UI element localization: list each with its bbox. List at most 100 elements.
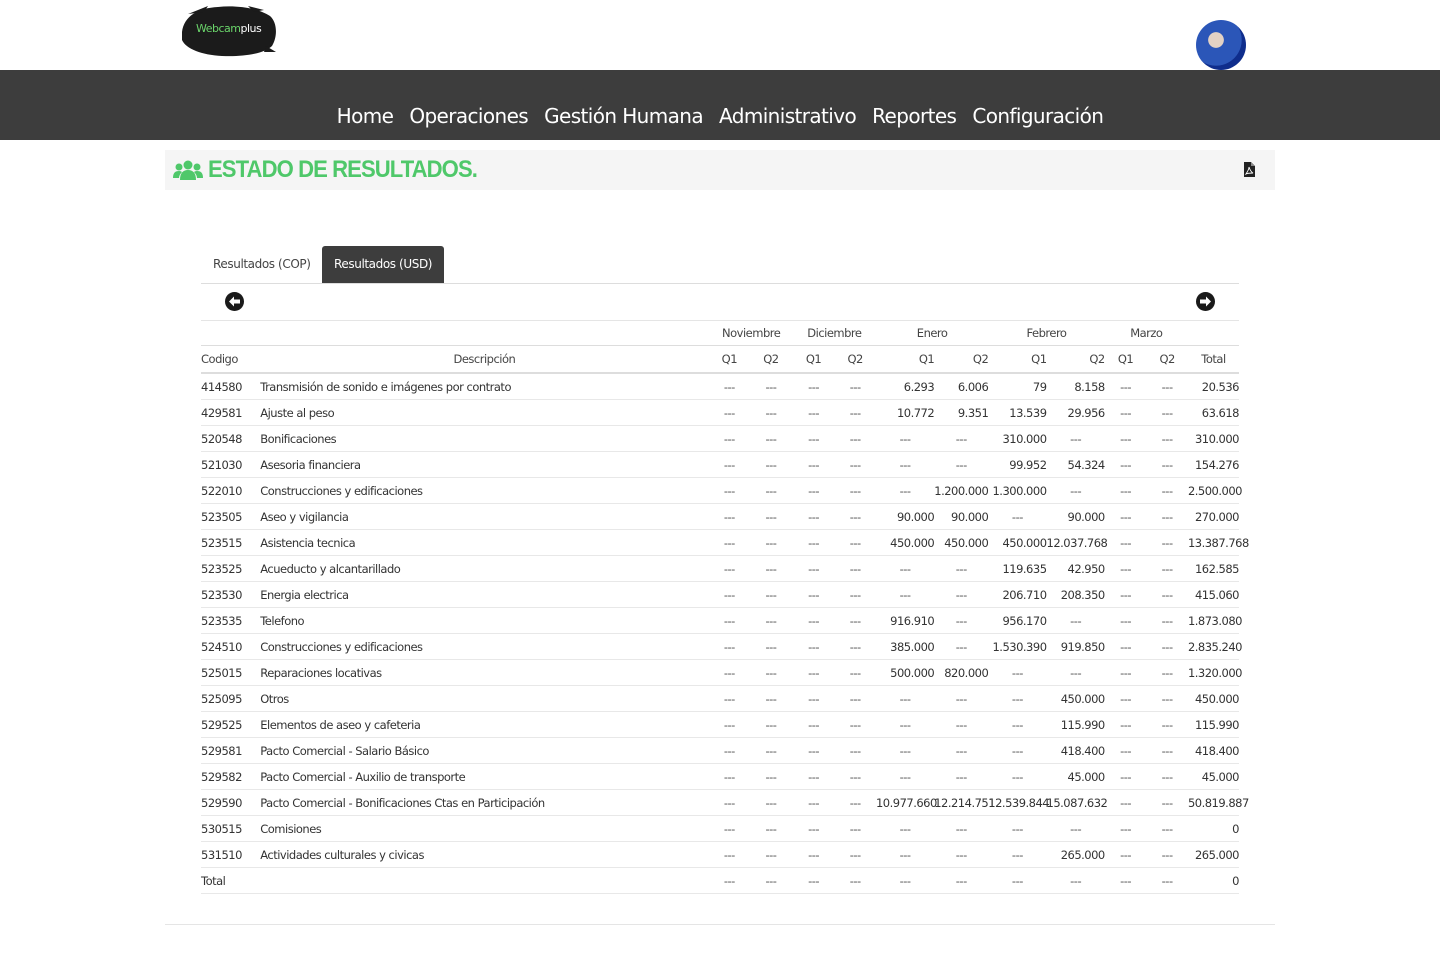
row-value: 115.990 [1046,711,1105,738]
row-total: 415.060 [1187,581,1240,608]
row-code: 520548 [201,425,260,452]
row-value: --- [934,841,989,868]
row-value: --- [988,685,1047,712]
row-value: --- [834,685,876,712]
row-description: Bonificaciones [259,425,710,452]
row-value: 9.351 [934,399,989,426]
row-value: --- [749,841,793,868]
row-value: --- [934,607,989,634]
row-value: --- [1146,399,1188,426]
row-total: 154.276 [1187,451,1240,478]
nav-home[interactable]: Home [337,104,394,128]
row-value: --- [792,451,835,478]
month-enero: Enero [875,321,989,346]
row-value: --- [1104,711,1147,738]
month-diciembre: Diciembre [792,321,876,346]
row-value: --- [875,841,935,868]
row-value: --- [1104,581,1147,608]
nav-operaciones[interactable]: Operaciones [409,104,528,128]
tab-resultados-usd[interactable]: Resultados (USD) [322,246,445,283]
row-code: 523530 [201,581,260,608]
col-q2: Q2 [834,345,876,374]
nav-configuracion[interactable]: Configuración [972,104,1104,128]
row-value: --- [934,425,989,452]
row-code: 429581 [201,399,260,426]
row-value: --- [749,477,793,504]
row-value: --- [1104,607,1147,634]
row-value: 1.200.000 [934,477,989,504]
row-value: 1.530.390 [988,633,1047,660]
row-total: 63.618 [1187,399,1240,426]
table-row: 525015 Reparaciones locativas --- --- --- ---… [201,659,1242,686]
row-description: Construcciones y edificaciones [259,477,710,504]
row-description: Transmisión de sonido e imágenes por con… [259,373,710,400]
row-value: --- [1146,529,1188,556]
arrow-left-icon[interactable] [225,292,244,311]
row-value: 916.910 [875,607,935,634]
row-value: --- [875,737,935,764]
row-value: --- [834,633,876,660]
row-description: Comisiones [259,815,710,842]
row-value: 15.087.632 [1046,789,1108,816]
row-value: --- [792,477,835,504]
row-description: Aseo y vigilancia [259,503,710,530]
row-value: --- [834,503,876,530]
row-value: --- [1104,477,1147,504]
row-description: Energia electrica [259,581,710,608]
row-value: --- [834,815,876,842]
arrow-right-icon[interactable] [1196,292,1215,311]
row-value: --- [1146,607,1188,634]
row-description: Asistencia tecnica [259,529,710,556]
row-value: --- [749,737,793,764]
row-value: --- [875,763,935,790]
row-value: --- [834,477,876,504]
table-row: 524510 Construcciones y edificaciones --- -… [201,633,1242,660]
row-value: --- [1104,659,1147,686]
row-value: --- [1146,841,1188,868]
row-code: 522010 [201,477,260,504]
row-value: 119.635 [988,555,1047,582]
table-row: 521030 Asesoria financiera --- --- --- --- ---… [201,451,1240,478]
row-value: --- [792,867,835,894]
row-total: 115.990 [1187,711,1240,738]
pdf-export-icon[interactable] [1243,162,1255,177]
row-total: 2.835.240 [1187,633,1242,660]
row-value: 265.000 [1046,841,1105,868]
row-value: 310.000 [988,425,1047,452]
row-value: --- [834,555,876,582]
results-table: Noviembre Diciembre Enero Febrero Marzo … [201,321,1249,894]
row-value: 12.037.768 [1046,529,1108,556]
row-value: --- [709,555,750,582]
row-value: --- [875,581,935,608]
user-avatar[interactable] [1196,20,1246,70]
nav-reportes[interactable]: Reportes [872,104,957,128]
table-row: 523535 Telefono --- --- --- --- 916.910 --- 956.… [201,607,1242,634]
table-row: 531510 Actividades culturales y civicas --… [201,841,1240,868]
row-description: Acueducto y alcantarillado [259,555,710,582]
row-value: --- [834,763,876,790]
row-total: 265.000 [1187,841,1240,868]
table-row: 520548 Bonificaciones --- --- --- --- --- --- 31… [201,425,1240,452]
column-header-row: Codigo Descripción Q1 Q2 Q1 Q2 Q1 Q2 Q1 … [201,345,1239,374]
row-value: 90.000 [934,503,989,530]
row-value: --- [988,763,1047,790]
row-code: 525095 [201,685,260,712]
row-value: 54.324 [1046,451,1105,478]
row-value: --- [1146,737,1188,764]
row-value: --- [709,711,750,738]
row-value: --- [1104,529,1147,556]
row-value: --- [834,373,876,400]
row-description: Ajuste al peso [259,399,710,426]
row-value: 820.000 [934,659,989,686]
tab-resultados-cop[interactable]: Resultados (COP) [201,246,322,283]
nav-gestion-humana[interactable]: Gestión Humana [544,104,703,128]
row-value: --- [834,867,876,894]
table-row: 529582 Pacto Comercial - Auxilio de trans… [201,763,1240,790]
row-description: Asesoria financiera [259,451,710,478]
row-total: 310.000 [1187,425,1240,452]
row-value: 956.170 [988,607,1047,634]
row-value: --- [834,399,876,426]
row-total: 13.387.768 [1187,529,1249,556]
nav-administrativo[interactable]: Administrativo [719,104,857,128]
row-value: --- [709,685,750,712]
